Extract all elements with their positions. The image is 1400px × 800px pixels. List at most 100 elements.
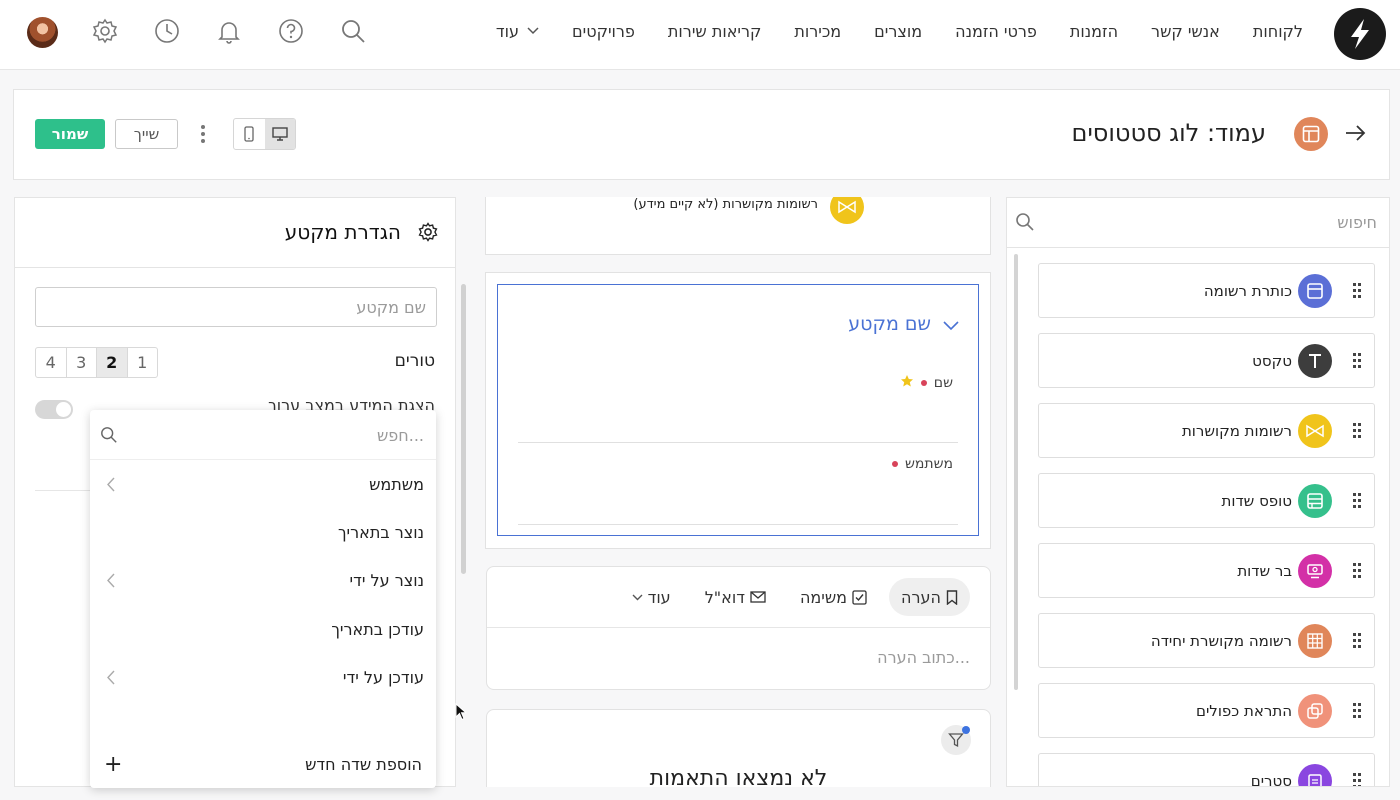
avatar[interactable] (27, 17, 58, 48)
drag-handle-icon[interactable] (1353, 633, 1361, 649)
show-in-edit-toggle[interactable] (35, 400, 73, 419)
scrollbar[interactable] (461, 284, 466, 574)
component-field-form[interactable]: טופס שדות (1038, 473, 1375, 528)
dropdown-item-created-date[interactable]: נוצר בתאריך (90, 509, 436, 557)
field-label: משתמש (904, 456, 953, 472)
mobile-view-icon[interactable] (234, 119, 265, 149)
more-options-icon[interactable] (197, 123, 209, 145)
dropdown-item-updated-by[interactable]: עודכן על ידי (90, 654, 436, 702)
add-field-dropdown: חפש... משתמש נוצר בתאריך נוצר על ידי עוד… (90, 410, 436, 788)
chevron-left-icon (106, 477, 115, 496)
save-button[interactable]: שמור (35, 119, 105, 149)
section-card[interactable]: שם מקטע שם משתמש (485, 272, 991, 549)
dropdown-item-label: נוצר על ידי (349, 571, 424, 590)
columns-label: טורים (394, 351, 435, 371)
tab-label: דוא"ל (704, 587, 745, 607)
drag-handle-icon[interactable] (1353, 353, 1361, 369)
scrollbar[interactable] (1014, 254, 1018, 690)
help-icon[interactable] (277, 17, 305, 45)
checkbox-icon (852, 589, 867, 605)
tab-label: עוד (647, 587, 671, 607)
dropdown-item-label: עודכן בתאריך (331, 620, 424, 639)
nav-item-sales[interactable]: מכירות (794, 22, 841, 41)
dropdown-item-updated-date[interactable]: עודכן בתאריך (90, 606, 436, 654)
section-selected[interactable]: שם מקטע שם משתמש (497, 284, 979, 536)
star-icon (900, 374, 914, 392)
components-search[interactable]: חיפוש (1007, 198, 1389, 248)
divider (518, 524, 958, 525)
activity-card: הערה משימה דוא"ל עוד כתוב הערה... (486, 566, 991, 690)
section-settings-title: הגדרת מקטע (284, 220, 401, 244)
bell-icon[interactable] (215, 17, 243, 45)
component-label: כותרת רשומה (1203, 282, 1292, 300)
tab-task[interactable]: משימה (788, 578, 879, 616)
dropdown-search-input[interactable]: חפש... (90, 410, 436, 460)
columns-option-3[interactable]: 3 (67, 348, 97, 377)
component-label: בר שדות (1237, 562, 1292, 580)
add-new-field-button[interactable]: הוספת שדה חדש + (90, 740, 436, 788)
divider (518, 442, 958, 443)
gear-icon[interactable] (91, 17, 119, 45)
dropdown-item-user[interactable]: משתמש (90, 461, 436, 509)
tab-email[interactable]: דוא"ל (693, 578, 778, 616)
dropdown-item-created-by[interactable]: נוצר על ידי (90, 557, 436, 605)
chevron-down-icon[interactable] (943, 316, 959, 335)
drag-handle-icon[interactable] (1353, 703, 1361, 719)
drag-handle-icon[interactable] (1353, 773, 1361, 786)
field-bar-icon (1298, 554, 1332, 588)
desktop-view-icon[interactable] (264, 119, 295, 149)
activity-tabs: הערה משימה דוא"ל עוד (620, 578, 970, 616)
component-linked-records[interactable]: רשומות מקושרות (1038, 403, 1375, 458)
component-single-linked-record[interactable]: רשומה מקושרת יחידה (1038, 613, 1375, 668)
columns-option-2[interactable]: 2 (97, 348, 128, 377)
duplicates-alert-icon (1298, 694, 1332, 728)
app: לקוחות אנשי קשר הזמנות פרטי הזמנה מוצרים… (0, 0, 1400, 800)
component-duplicates-alert[interactable]: התראת כפולים (1038, 683, 1375, 738)
component-record-header[interactable]: כותרת רשומה (1038, 263, 1375, 318)
history-icon[interactable] (153, 17, 181, 45)
note-input[interactable]: כתוב הערה... (877, 648, 970, 667)
filter-active-dot (962, 726, 970, 734)
component-label: רשומה מקושרת יחידה (1150, 632, 1292, 650)
search-icon (1015, 212, 1035, 236)
main-nav: לקוחות אנשי קשר הזמנות פרטי הזמנה מוצרים… (496, 0, 1303, 62)
component-text[interactable]: טקסט (1038, 333, 1375, 388)
filter-icon[interactable] (941, 725, 971, 755)
field-user[interactable]: משתמש (891, 456, 953, 472)
components-search-placeholder: חיפוש (1337, 213, 1377, 232)
section-name: שם מקטע (848, 313, 931, 335)
nav-item-service-calls[interactable]: קריאות שירות (668, 22, 761, 41)
chevron-down-icon (632, 594, 643, 600)
nav-more-menu[interactable]: עוד (496, 22, 539, 41)
record-header-icon (1298, 274, 1332, 308)
nav-item-products[interactable]: מוצרים (874, 22, 922, 41)
drag-handle-icon[interactable] (1353, 423, 1361, 439)
nav-item-order-details[interactable]: פרטי הזמנה (955, 22, 1037, 41)
component-field-bar[interactable]: בר שדות (1038, 543, 1375, 598)
columns-option-1[interactable]: 1 (128, 348, 158, 377)
drag-handle-icon[interactable] (1353, 563, 1361, 579)
component-stream[interactable]: סטרים (1038, 753, 1375, 786)
tab-more[interactable]: עוד (620, 578, 683, 616)
dropdown-item-label: נוצר בתאריך (337, 523, 424, 542)
section-name-field[interactable]: שם מקטע (35, 287, 437, 327)
arrow-right-icon[interactable] (1343, 121, 1367, 145)
assign-button[interactable]: שייך (115, 119, 178, 149)
nav-item-projects[interactable]: פרויקטים (572, 22, 635, 41)
tab-note[interactable]: הערה (889, 578, 970, 616)
nav-item-orders[interactable]: הזמנות (1070, 22, 1118, 41)
linked-records-card[interactable]: רשומות מקושרות (לא קיים מידע) (485, 197, 991, 255)
layout-canvas: רשומות מקושרות (לא קיים מידע) שם מקטע שם… (456, 197, 1006, 787)
stream-card: לא נמצאו התאמות (486, 709, 991, 787)
single-linked-record-icon (1298, 624, 1332, 658)
columns-option-4[interactable]: 4 (36, 348, 67, 377)
field-name[interactable]: שם (900, 374, 953, 392)
nav-item-customers[interactable]: לקוחות (1253, 22, 1303, 41)
bookmark-icon (946, 589, 958, 605)
tab-label: משימה (799, 587, 848, 607)
app-logo[interactable] (1334, 8, 1386, 60)
drag-handle-icon[interactable] (1353, 283, 1361, 299)
nav-item-contacts[interactable]: אנשי קשר (1151, 22, 1220, 41)
drag-handle-icon[interactable] (1353, 493, 1361, 509)
search-icon[interactable] (339, 17, 367, 45)
